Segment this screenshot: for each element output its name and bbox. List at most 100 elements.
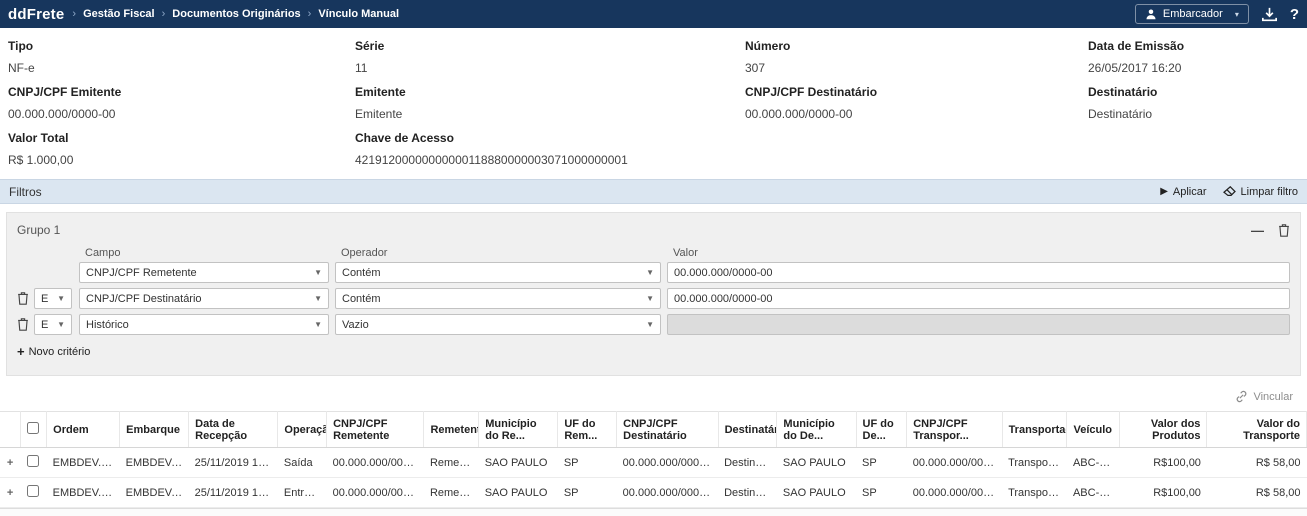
field-label: Data de Emissão bbox=[1088, 39, 1297, 53]
column-header[interactable]: Operação bbox=[278, 412, 327, 448]
campo-select[interactable]: Histórico ▼ bbox=[79, 314, 329, 335]
document-details: Tipo NF-e Série 11 Número 307 Data de Em… bbox=[0, 28, 1307, 179]
results-table-body: +EMBDEV.R01_13EMBDEV.9487725/11/2019 15:… bbox=[0, 448, 1307, 508]
table-row[interactable]: +EMBDEV.R01_13EMBDEV.9487725/11/2019 15:… bbox=[0, 448, 1307, 478]
campo-select[interactable]: CNPJ/CPF Remetente ▼ bbox=[79, 262, 329, 283]
field-label: Série bbox=[355, 39, 745, 53]
app-logo: ddFrete bbox=[8, 6, 64, 23]
group-title: Grupo 1 bbox=[17, 223, 60, 237]
column-header[interactable]: Data de Recepção bbox=[189, 412, 278, 448]
row-expand-button[interactable]: + bbox=[0, 448, 20, 478]
table-cell: 00.000.000/0001-00 bbox=[327, 478, 424, 508]
column-header[interactable]: Veículo bbox=[1067, 412, 1120, 448]
chevron-down-icon: ▼ bbox=[314, 268, 322, 277]
expand-column-header bbox=[0, 412, 20, 448]
new-criteria-button[interactable]: + Novo critério bbox=[17, 344, 1290, 359]
column-header[interactable]: Destinatário bbox=[718, 412, 777, 448]
field-value: 307 bbox=[745, 61, 1088, 75]
user-menu-button[interactable]: Embarcador ▾ bbox=[1135, 4, 1249, 24]
column-header[interactable]: Valor do Transporte bbox=[1207, 412, 1307, 448]
chevron-down-icon: ▾ bbox=[1235, 10, 1239, 19]
select-all-checkbox[interactable] bbox=[27, 422, 39, 434]
apply-filter-label: Aplicar bbox=[1173, 186, 1207, 198]
breadcrumb-item-vinculo-manual[interactable]: Vínculo Manual bbox=[318, 8, 399, 20]
table-cell: SP bbox=[856, 448, 907, 478]
results-table: OrdemEmbarqueData de RecepçãoOperaçãoCNP… bbox=[0, 411, 1307, 508]
help-icon[interactable]: ? bbox=[1290, 6, 1299, 23]
clear-filter-label: Limpar filtro bbox=[1241, 186, 1298, 198]
vincular-button[interactable]: Vincular bbox=[0, 376, 1307, 411]
column-header[interactable]: Valor dos Produtos bbox=[1120, 412, 1207, 448]
row-expand-button[interactable]: + bbox=[0, 478, 20, 508]
row-checkbox[interactable] bbox=[27, 485, 39, 497]
table-cell: R$100,00 bbox=[1120, 478, 1207, 508]
field-value: R$ 1.000,00 bbox=[8, 153, 355, 167]
valor-input[interactable] bbox=[667, 288, 1290, 309]
table-cell: Destinatário bbox=[718, 478, 777, 508]
column-header[interactable]: Município do Re... bbox=[479, 412, 558, 448]
operador-select[interactable]: Contém ▼ bbox=[335, 288, 661, 309]
apply-filter-button[interactable]: ▶ Aplicar bbox=[1160, 186, 1206, 198]
table-cell: 00.000.000/0000-00 bbox=[907, 448, 1002, 478]
table-cell: Destinatário bbox=[718, 448, 777, 478]
field-label: CNPJ/CPF Emitente bbox=[8, 85, 355, 99]
row-checkbox[interactable] bbox=[27, 455, 39, 467]
play-icon: ▶ bbox=[1160, 186, 1168, 197]
operador-select[interactable]: Contém ▼ bbox=[335, 262, 661, 283]
pagination-bar: 1 2 3 4 12 ▼ itens por página Exibindo i… bbox=[0, 508, 1307, 516]
campo-column-label: Campo bbox=[85, 247, 341, 259]
breadcrumb-item-gestao-fiscal[interactable]: Gestão Fiscal bbox=[83, 8, 155, 20]
valor-input[interactable] bbox=[667, 262, 1290, 283]
chevron-down-icon: ▼ bbox=[646, 320, 654, 329]
breadcrumb-item-documentos-originarios[interactable]: Documentos Originários bbox=[172, 8, 300, 20]
table-row[interactable]: +EMBDEV.R02_13EMBDEV.9487725/11/2019 15:… bbox=[0, 478, 1307, 508]
field-destinatario: Destinatário Destinatário bbox=[1088, 83, 1297, 129]
delete-criteria-trash-icon[interactable] bbox=[17, 318, 29, 331]
column-header[interactable]: Embarque bbox=[120, 412, 189, 448]
field-label: CNPJ/CPF Destinatário bbox=[745, 85, 1088, 99]
column-header[interactable]: UF do Rem... bbox=[558, 412, 617, 448]
table-cell: SAO PAULO bbox=[777, 448, 856, 478]
download-icon[interactable] bbox=[1261, 7, 1278, 22]
conjunction-select[interactable]: E ▼ bbox=[34, 288, 72, 309]
collapse-group-icon[interactable]: — bbox=[1251, 223, 1264, 238]
table-cell: SAO PAULO bbox=[777, 478, 856, 508]
field-label: Tipo bbox=[8, 39, 355, 53]
field-value: 26/05/2017 16:20 bbox=[1088, 61, 1297, 75]
valor-input-disabled bbox=[667, 314, 1290, 335]
chevron-down-icon: ▼ bbox=[57, 320, 65, 329]
campo-select[interactable]: CNPJ/CPF Destinatário ▼ bbox=[79, 288, 329, 309]
table-cell: 00.000.000/0000-00 bbox=[617, 448, 718, 478]
vincular-label: Vincular bbox=[1253, 391, 1293, 403]
campo-select-value: Histórico bbox=[86, 319, 129, 331]
table-cell: 25/11/2019 15:37 bbox=[189, 478, 278, 508]
field-label: Valor Total bbox=[8, 131, 355, 145]
delete-criteria-trash-icon[interactable] bbox=[17, 292, 29, 305]
field-value: 4219120000000000011888000000307100000000… bbox=[355, 153, 1297, 167]
column-header[interactable]: UF do De... bbox=[856, 412, 907, 448]
field-value: NF-e bbox=[8, 61, 355, 75]
column-header[interactable]: Remetente bbox=[424, 412, 479, 448]
link-icon bbox=[1235, 390, 1248, 403]
column-header[interactable]: CNPJ/CPF Remetente bbox=[327, 412, 424, 448]
table-header-row: OrdemEmbarqueData de RecepçãoOperaçãoCNP… bbox=[0, 412, 1307, 448]
new-criteria-label: Novo critério bbox=[29, 346, 91, 358]
chevron-right-icon: › bbox=[162, 8, 166, 20]
filter-row: E ▼ Histórico ▼ Vazio ▼ bbox=[17, 314, 1290, 335]
column-header[interactable]: CNPJ/CPF Transpor... bbox=[907, 412, 1002, 448]
table-cell: SP bbox=[558, 478, 617, 508]
field-valor-total: Valor Total R$ 1.000,00 bbox=[8, 129, 355, 175]
operador-select-value: Contém bbox=[342, 293, 381, 305]
conjunction-select[interactable]: E ▼ bbox=[34, 314, 72, 335]
column-header[interactable]: Município do De... bbox=[777, 412, 856, 448]
field-value: 00.000.000/0000-00 bbox=[8, 107, 355, 121]
filters-header-bar: Filtros ▶ Aplicar Limpar filtro bbox=[0, 179, 1307, 204]
column-header[interactable]: CNPJ/CPF Destinatário bbox=[617, 412, 718, 448]
operador-select[interactable]: Vazio ▼ bbox=[335, 314, 661, 335]
field-label: Número bbox=[745, 39, 1088, 53]
table-cell: R$100,00 bbox=[1120, 448, 1207, 478]
column-header[interactable]: Transportador bbox=[1002, 412, 1067, 448]
column-header[interactable]: Ordem bbox=[47, 412, 120, 448]
delete-group-trash-icon[interactable] bbox=[1278, 224, 1290, 237]
clear-filter-button[interactable]: Limpar filtro bbox=[1223, 186, 1298, 198]
